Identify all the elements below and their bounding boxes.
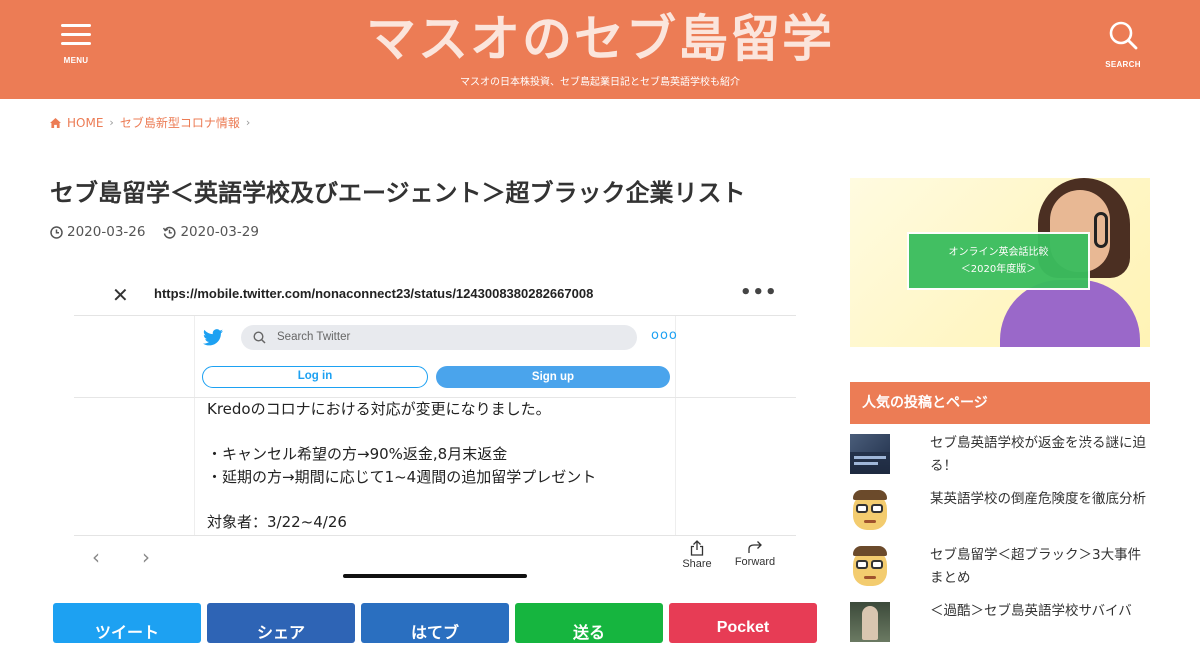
published-date: 2020-03-26 (50, 224, 145, 240)
popular-post-title: ＜過酷＞セブ島英語学校サバイバ (930, 603, 1132, 619)
breadcrumb: HOME › セブ島新型コロナ情報 › (50, 114, 250, 131)
line-share-label: 送る (572, 625, 605, 642)
popular-posts-list: セブ島英語学校が返金を渋る謎に迫る！ 某英語学校の倒産危険度を徹底分析 セブ島留… (850, 432, 1150, 656)
browser-bottombar: ‹ › Share Forward (74, 535, 796, 588)
post-thumbnail (850, 602, 890, 642)
chevron-right-icon: › (142, 545, 150, 569)
popular-post-item[interactable]: 某英語学校の倒産危険度を徹底分析 (850, 488, 1150, 544)
share-icon (690, 540, 704, 556)
tweet-button-label: ツイート (94, 625, 159, 642)
share-buttons: ツイート シェア はてブ 送る Pocket (53, 603, 817, 643)
tweet-line: 対象者：3/22~4/26 (207, 512, 347, 531)
popular-post-title: セブ島留学＜超ブラック＞3大事件まとめ (930, 547, 1142, 586)
breadcrumb-home[interactable]: HOME (67, 116, 103, 130)
browser-topbar: ✕ https://mobile.twitter.com/nonaconnect… (74, 276, 796, 316)
history-icon (163, 226, 176, 239)
facebook-share-label: シェア (256, 625, 305, 642)
twitter-more-icon: ooo (651, 328, 678, 343)
search-button[interactable]: SEARCH (1100, 20, 1146, 70)
embedded-screenshot: ✕ https://mobile.twitter.com/nonaconnect… (74, 276, 796, 588)
post-thumbnail (850, 490, 890, 530)
share-label: Share (682, 558, 712, 570)
search-icon (253, 331, 266, 344)
search-label: SEARCH (1105, 60, 1141, 69)
post-dates: 2020-03-26 2020-03-29 (50, 224, 259, 240)
chevron-left-icon: ‹ (92, 545, 100, 569)
popular-post-item[interactable]: セブ島英語学校が返金を渋る謎に迫る！ (850, 432, 1150, 488)
popular-post-title: セブ島英語学校が返金を渋る謎に迫る！ (930, 435, 1146, 474)
breadcrumb-category[interactable]: セブ島新型コロナ情報 (120, 114, 240, 131)
post-title: セブ島留学＜英語学校及びエージェント＞超ブラック企業リスト (50, 179, 746, 207)
clock-icon (50, 225, 63, 239)
updated-date: 2020-03-29 (163, 224, 259, 240)
popular-post-item[interactable]: ＜過酷＞セブ島英語学校サバイバ (850, 600, 1150, 656)
hatena-bookmark-label: はてブ (410, 625, 459, 642)
forward-label: Forward (734, 556, 776, 568)
facebook-share-button[interactable]: シェア (207, 603, 355, 643)
share-action: Share (677, 540, 717, 570)
popular-post-item[interactable]: セブ島留学＜超ブラック＞3大事件まとめ (850, 544, 1150, 600)
twitter-bird-icon (203, 329, 223, 346)
ad-text-box: オンライン英会話比較 ＜2020年度版＞ (907, 232, 1090, 290)
forward-action: Forward (730, 540, 780, 568)
ad-line-2: ＜2020年度版＞ (960, 264, 1037, 275)
tweet-line: ・延期の方→期間に応じて1~4週間の追加留学プレゼント (207, 467, 597, 486)
menu-label: MENU (63, 56, 89, 65)
forward-arrow-icon (748, 541, 762, 553)
popular-post-title: 某英語学校の倒産危険度を徹底分析 (930, 491, 1146, 507)
site-tagline: マスオの日本株投資、セブ島起業日記とセブ島英語学校も紹介 (460, 77, 740, 88)
home-indicator (343, 574, 527, 578)
tweet-line: ・キャンセル希望の方→90%返金,8月末返金 (207, 445, 508, 463)
home-icon (50, 117, 61, 128)
hatena-bookmark-button[interactable]: はてブ (361, 603, 509, 643)
twitter-header: Search Twitter ooo Log in Sign up (194, 316, 678, 398)
popular-posts-heading: 人気の投稿とページ (850, 382, 1150, 424)
tweet-button[interactable]: ツイート (53, 603, 201, 643)
chevron-right-icon: › (109, 116, 114, 129)
twitter-signup-button[interactable]: Sign up (436, 366, 670, 388)
menu-button[interactable]: MENU (56, 22, 96, 70)
twitter-search-placeholder: Search Twitter (277, 331, 351, 343)
browser-url: https://mobile.twitter.com/nonaconnect23… (154, 286, 594, 301)
updated-date-text: 2020-03-29 (180, 224, 259, 240)
site-title[interactable]: マスオのセブ島留学 (300, 8, 900, 70)
sidebar-ad-banner[interactable]: オンライン英会話比較 ＜2020年度版＞ (850, 178, 1150, 347)
twitter-login-button[interactable]: Log in (202, 366, 428, 388)
pocket-button[interactable]: Pocket (669, 603, 817, 643)
search-icon (1109, 21, 1138, 50)
tweet-line: Kredoのコロナにおける対応が変更になりました。 (207, 400, 551, 418)
tweet-body: Kredoのコロナにおける対応が変更になりました。 ・キャンセル希望の方→90%… (194, 398, 676, 536)
close-icon: ✕ (112, 283, 129, 307)
ad-line-1: オンライン英会話比較 (948, 247, 1049, 258)
headset-icon (1094, 212, 1108, 248)
chevron-right-icon: › (245, 116, 251, 129)
line-share-button[interactable]: 送る (515, 603, 663, 643)
published-date-text: 2020-03-26 (67, 224, 146, 240)
more-options-icon: ••• (740, 282, 778, 303)
post-thumbnail (850, 546, 890, 586)
twitter-search-input[interactable]: Search Twitter (241, 325, 637, 350)
hamburger-icon (61, 22, 91, 45)
ad-model-body (1000, 280, 1140, 347)
pocket-label: Pocket (716, 619, 770, 636)
post-thumbnail (850, 434, 890, 474)
site-header: MENU マスオのセブ島留学 マスオの日本株投資、セブ島起業日記とセブ島英語学校… (0, 0, 1200, 99)
